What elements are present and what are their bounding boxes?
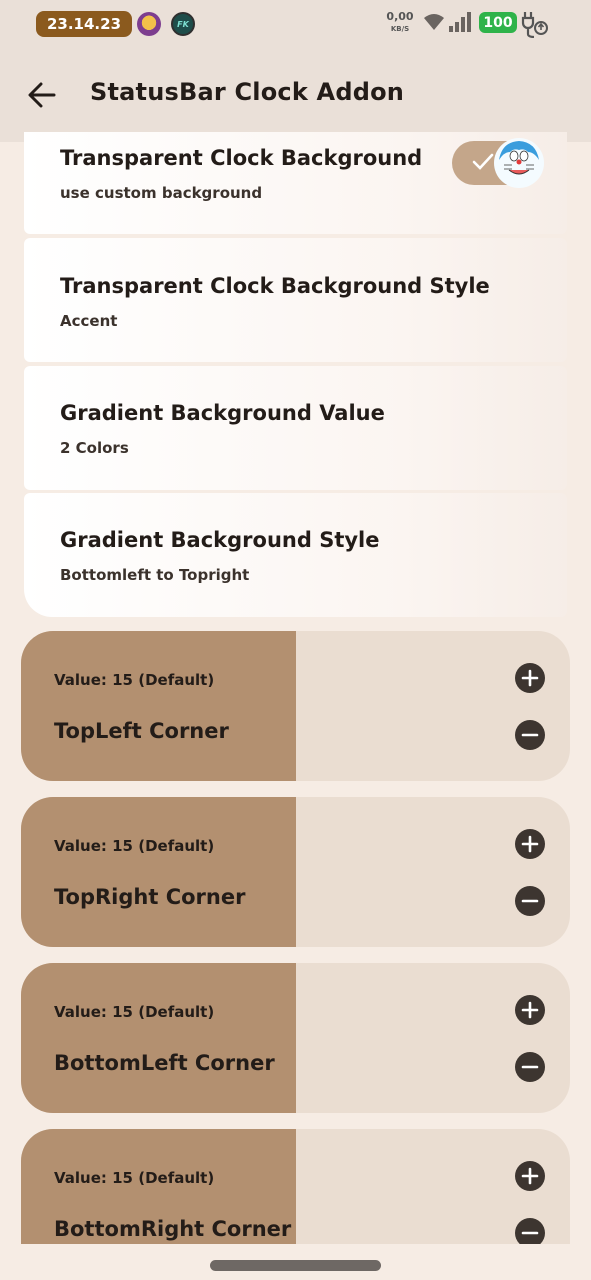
increase-button[interactable] (515, 1161, 545, 1191)
pref-title: Gradient Background Value (60, 401, 385, 425)
slider-value-text: Value: 15 (Default) (54, 837, 215, 855)
page-title: StatusBar Clock Addon (90, 78, 405, 106)
slider-fill[interactable] (21, 963, 296, 1113)
pref-summary: Bottomleft to Topright (60, 566, 250, 584)
slider-fill[interactable] (21, 797, 296, 947)
increase-button[interactable] (515, 663, 545, 693)
status-clock: 23.14.23 (36, 11, 132, 37)
slider-value-text: Value: 15 (Default) (54, 1169, 215, 1187)
check-icon (472, 153, 494, 170)
wifi-icon (424, 14, 444, 30)
top-app-bar: StatusBar Clock Addon (0, 48, 591, 142)
pref-title: Transparent Clock Background (60, 146, 423, 170)
pref-summary: Accent (60, 312, 118, 330)
minus-icon (521, 733, 539, 737)
net-speed-indicator: 0,00 KB/S (385, 10, 415, 34)
pref-gradient-background-style[interactable]: Gradient Background Style Bottomleft to … (24, 493, 567, 617)
battery-level: 100 (479, 12, 517, 33)
slider-bottomleft-corner[interactable]: Value: 15 (Default) BottomLeft Corner (21, 963, 570, 1113)
charging-icon (521, 12, 548, 38)
plus-icon (521, 669, 539, 687)
slider-topright-corner[interactable]: Value: 15 (Default) TopRight Corner (21, 797, 570, 947)
toggle-switch[interactable] (452, 138, 544, 188)
plus-icon (521, 835, 539, 853)
signal-icon (449, 12, 471, 32)
pref-transparent-clock-background[interactable]: Transparent Clock Background use custom … (24, 132, 567, 234)
home-indicator[interactable] (210, 1260, 381, 1271)
slider-label: TopRight Corner (54, 885, 246, 909)
net-speed-unit: KB/S (390, 25, 410, 33)
plus-icon (521, 1167, 539, 1185)
doraemon-thumb-icon (494, 138, 544, 188)
decrease-button[interactable] (515, 1052, 545, 1082)
minus-icon (521, 899, 539, 903)
slider-fill[interactable] (21, 631, 296, 781)
minus-icon (521, 1065, 539, 1069)
increase-button[interactable] (515, 829, 545, 859)
slider-value-text: Value: 15 (Default) (54, 1003, 215, 1021)
slider-value-text: Value: 15 (Default) (54, 671, 215, 689)
arrow-back-icon[interactable] (28, 82, 56, 108)
increase-button[interactable] (515, 995, 545, 1025)
fk-app-icon: FK (171, 12, 195, 36)
pref-summary: 2 Colors (60, 439, 129, 457)
net-speed-value: 0,00 (386, 10, 414, 23)
plus-icon (521, 1001, 539, 1019)
decrease-button[interactable] (515, 720, 545, 750)
slider-label: BottomLeft Corner (54, 1051, 275, 1075)
pref-transparent-clock-background-style[interactable]: Transparent Clock Background Style Accen… (24, 238, 567, 362)
slider-topleft-corner[interactable]: Value: 15 (Default) TopLeft Corner (21, 631, 570, 781)
pref-gradient-background-value[interactable]: Gradient Background Value 2 Colors (24, 366, 567, 490)
decrease-button[interactable] (515, 886, 545, 916)
slider-label: BottomRight Corner (54, 1217, 292, 1241)
slider-label: TopLeft Corner (54, 719, 229, 743)
avatar-icon (137, 12, 161, 36)
pref-summary: use custom background (60, 184, 263, 202)
status-bar: 23.14.23 FK 0,00 KB/S 100 (0, 0, 591, 48)
pref-title: Transparent Clock Background Style (60, 274, 490, 298)
pref-title: Gradient Background Style (60, 528, 380, 552)
